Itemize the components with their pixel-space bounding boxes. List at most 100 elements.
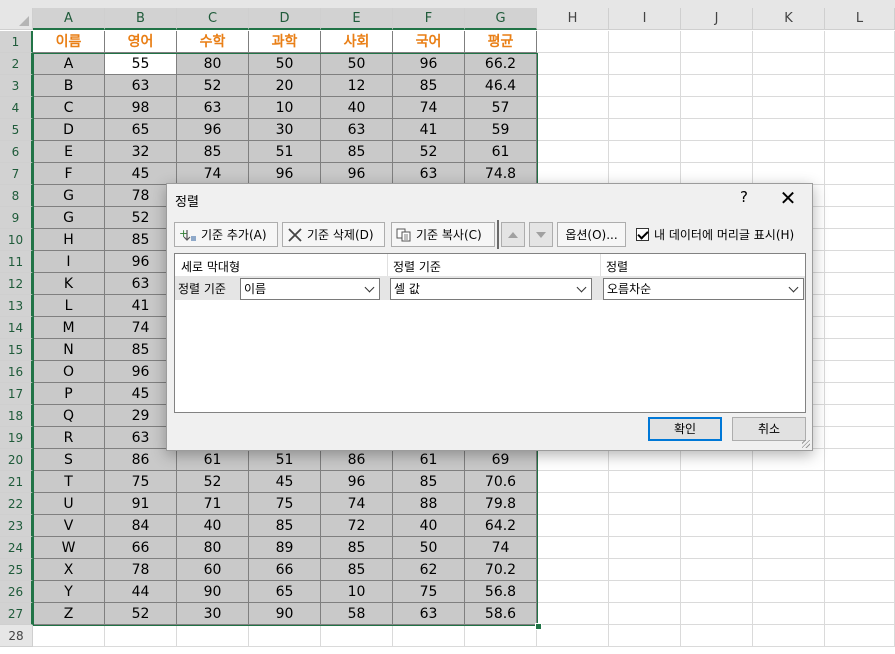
data-cell[interactable]: 66 bbox=[249, 559, 321, 581]
data-cell[interactable]: 96 bbox=[249, 163, 321, 185]
empty-cell[interactable] bbox=[825, 449, 895, 471]
empty-cell[interactable] bbox=[105, 625, 177, 647]
data-cell[interactable]: G bbox=[33, 185, 105, 207]
data-cell[interactable]: 30 bbox=[249, 119, 321, 141]
empty-cell[interactable] bbox=[753, 559, 825, 581]
empty-cell[interactable] bbox=[825, 625, 895, 647]
empty-cell[interactable] bbox=[825, 53, 895, 75]
headers-checkbox[interactable] bbox=[636, 228, 649, 241]
empty-cell[interactable] bbox=[753, 449, 825, 471]
empty-cell[interactable] bbox=[681, 581, 753, 603]
empty-cell[interactable] bbox=[321, 625, 393, 647]
header-cell[interactable]: 이름 bbox=[33, 31, 105, 53]
resize-grip-icon[interactable] bbox=[802, 440, 810, 448]
help-button[interactable]: ? bbox=[734, 188, 754, 206]
empty-cell[interactable] bbox=[825, 493, 895, 515]
row-header-11[interactable]: 11 bbox=[0, 251, 33, 273]
empty-cell[interactable] bbox=[537, 119, 609, 141]
empty-cell[interactable] bbox=[609, 471, 681, 493]
empty-cell[interactable] bbox=[681, 625, 753, 647]
empty-cell[interactable] bbox=[537, 31, 609, 53]
row-header-26[interactable]: 26 bbox=[0, 581, 33, 603]
empty-cell[interactable] bbox=[609, 603, 681, 625]
data-cell[interactable]: 69 bbox=[465, 449, 537, 471]
row-header-9[interactable]: 9 bbox=[0, 207, 33, 229]
chevron-down-icon[interactable] bbox=[360, 280, 378, 298]
data-cell[interactable]: 74 bbox=[465, 537, 537, 559]
row-header-27[interactable]: 27 bbox=[0, 603, 33, 625]
empty-cell[interactable] bbox=[681, 559, 753, 581]
data-cell[interactable]: 89 bbox=[249, 537, 321, 559]
column-header-h[interactable]: H bbox=[537, 8, 609, 30]
data-cell[interactable]: 88 bbox=[393, 493, 465, 515]
move-down-button[interactable] bbox=[529, 222, 553, 247]
row-header-23[interactable]: 23 bbox=[0, 515, 33, 537]
column-header-g[interactable]: G bbox=[465, 8, 537, 30]
data-cell[interactable]: P bbox=[33, 383, 105, 405]
data-cell[interactable]: 66.2 bbox=[465, 53, 537, 75]
data-cell[interactable]: 72 bbox=[321, 515, 393, 537]
empty-cell[interactable] bbox=[825, 603, 895, 625]
data-cell[interactable]: 74 bbox=[393, 97, 465, 119]
empty-cell[interactable] bbox=[825, 31, 895, 53]
data-cell[interactable]: 45 bbox=[249, 471, 321, 493]
empty-cell[interactable] bbox=[609, 141, 681, 163]
data-cell[interactable]: 62 bbox=[393, 559, 465, 581]
row-header-18[interactable]: 18 bbox=[0, 405, 33, 427]
empty-cell[interactable] bbox=[825, 581, 895, 603]
row-header-21[interactable]: 21 bbox=[0, 471, 33, 493]
empty-cell[interactable] bbox=[681, 163, 753, 185]
column-header-j[interactable]: J bbox=[681, 8, 753, 30]
data-cell[interactable]: 41 bbox=[393, 119, 465, 141]
empty-cell[interactable] bbox=[609, 31, 681, 53]
sort-on-combo[interactable]: 셀 값 bbox=[390, 278, 592, 300]
data-cell[interactable]: 52 bbox=[105, 603, 177, 625]
header-cell[interactable]: 영어 bbox=[105, 31, 177, 53]
empty-cell[interactable] bbox=[609, 97, 681, 119]
empty-cell[interactable] bbox=[681, 119, 753, 141]
add-level-button[interactable]: + 기준 추가(A) bbox=[174, 222, 278, 247]
data-cell[interactable]: 96 bbox=[393, 53, 465, 75]
empty-cell[interactable] bbox=[825, 471, 895, 493]
empty-cell[interactable] bbox=[753, 141, 825, 163]
empty-cell[interactable] bbox=[681, 493, 753, 515]
empty-cell[interactable] bbox=[825, 119, 895, 141]
data-cell[interactable]: 58 bbox=[321, 603, 393, 625]
empty-cell[interactable] bbox=[825, 251, 895, 273]
order-combo[interactable]: 오름차순 bbox=[603, 278, 804, 300]
data-cell[interactable]: 75 bbox=[105, 471, 177, 493]
empty-cell[interactable] bbox=[753, 603, 825, 625]
empty-cell[interactable] bbox=[825, 229, 895, 251]
empty-cell[interactable] bbox=[537, 449, 609, 471]
empty-cell[interactable] bbox=[825, 273, 895, 295]
data-cell[interactable]: 96 bbox=[321, 471, 393, 493]
data-cell[interactable]: 40 bbox=[177, 515, 249, 537]
data-cell[interactable]: 98 bbox=[105, 97, 177, 119]
empty-cell[interactable] bbox=[537, 493, 609, 515]
row-header-10[interactable]: 10 bbox=[0, 229, 33, 251]
empty-cell[interactable] bbox=[681, 53, 753, 75]
row-header-3[interactable]: 3 bbox=[0, 75, 33, 97]
data-cell[interactable]: R bbox=[33, 427, 105, 449]
data-cell[interactable]: 30 bbox=[177, 603, 249, 625]
empty-cell[interactable] bbox=[465, 625, 537, 647]
row-header-19[interactable]: 19 bbox=[0, 427, 33, 449]
empty-cell[interactable] bbox=[753, 537, 825, 559]
empty-cell[interactable] bbox=[681, 75, 753, 97]
column-header-e[interactable]: E bbox=[321, 8, 393, 30]
empty-cell[interactable] bbox=[537, 97, 609, 119]
row-header-4[interactable]: 4 bbox=[0, 97, 33, 119]
data-cell[interactable]: 60 bbox=[177, 559, 249, 581]
header-cell[interactable]: 국어 bbox=[393, 31, 465, 53]
data-cell[interactable]: 46.4 bbox=[465, 75, 537, 97]
column-header-i[interactable]: I bbox=[609, 8, 681, 30]
empty-cell[interactable] bbox=[825, 185, 895, 207]
chevron-down-icon[interactable] bbox=[784, 280, 802, 298]
data-cell[interactable]: 65 bbox=[249, 581, 321, 603]
row-header-14[interactable]: 14 bbox=[0, 317, 33, 339]
data-cell[interactable]: 45 bbox=[105, 163, 177, 185]
row-header-12[interactable]: 12 bbox=[0, 273, 33, 295]
row-header-16[interactable]: 16 bbox=[0, 361, 33, 383]
row-header-17[interactable]: 17 bbox=[0, 383, 33, 405]
empty-cell[interactable] bbox=[609, 449, 681, 471]
